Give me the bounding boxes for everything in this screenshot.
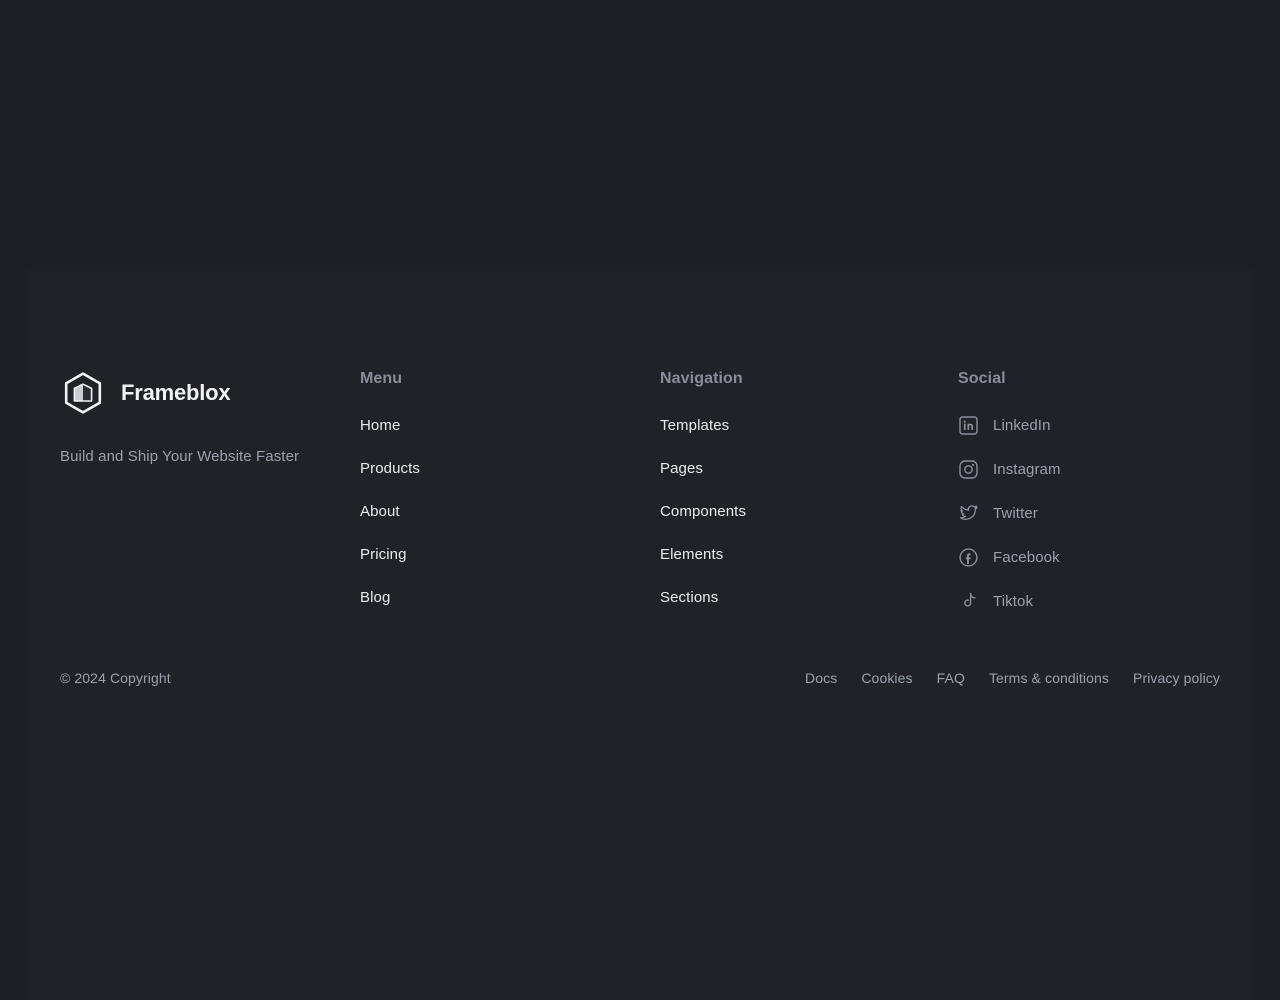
copyright-text: © 2024 Copyright <box>60 670 171 686</box>
social-link-twitter[interactable]: Twitter <box>958 503 1220 524</box>
social-column: Social LinkedIn Instagram Twitter Facebo… <box>958 370 1220 612</box>
list-item: Sections <box>660 589 958 607</box>
social-column-title: Social <box>958 370 1006 387</box>
menu-link-pricing[interactable]: Pricing <box>360 546 407 563</box>
footer-columns: Frameblox Build and Ship Your Website Fa… <box>60 370 1220 612</box>
legal-links: Docs Cookies FAQ Terms & conditions Priv… <box>805 670 1220 686</box>
facebook-icon <box>958 547 979 568</box>
list-item: Pricing <box>360 546 660 564</box>
social-link-list: LinkedIn Instagram Twitter Facebook Tikt… <box>958 415 1220 612</box>
menu-link-list: Home Products About Pricing Blog <box>360 417 660 607</box>
instagram-icon <box>958 459 979 480</box>
navigation-column: Navigation Templates Pages Components El… <box>660 370 958 612</box>
list-item: Components <box>660 503 958 521</box>
social-link-label: Instagram <box>993 461 1061 478</box>
list-item: Templates <box>660 417 958 435</box>
list-item: Pages <box>660 460 958 478</box>
social-link-facebook[interactable]: Facebook <box>958 547 1220 568</box>
nav-link-sections[interactable]: Sections <box>660 589 718 606</box>
nav-link-elements[interactable]: Elements <box>660 546 723 563</box>
legal-link-terms[interactable]: Terms & conditions <box>989 670 1109 686</box>
footer-bottom-bar: © 2024 Copyright Docs Cookies FAQ Terms … <box>60 670 1220 686</box>
list-item: LinkedIn <box>958 415 1220 436</box>
social-link-label: Facebook <box>993 549 1060 566</box>
social-link-tiktok[interactable]: Tiktok <box>958 591 1220 612</box>
menu-link-blog[interactable]: Blog <box>360 589 390 606</box>
legal-link-faq[interactable]: FAQ <box>937 670 965 686</box>
navigation-link-list: Templates Pages Components Elements Sect… <box>660 417 958 607</box>
menu-column: Menu Home Products About Pricing Blog <box>360 370 660 612</box>
menu-column-title: Menu <box>360 370 403 387</box>
nav-link-components[interactable]: Components <box>660 503 746 520</box>
menu-link-products[interactable]: Products <box>360 460 420 477</box>
list-item: Home <box>360 417 660 435</box>
list-item: Elements <box>660 546 958 564</box>
list-item: About <box>360 503 660 521</box>
brand-name: Frameblox <box>121 380 231 405</box>
social-link-instagram[interactable]: Instagram <box>958 459 1220 480</box>
menu-link-home[interactable]: Home <box>360 417 400 434</box>
nav-link-pages[interactable]: Pages <box>660 460 703 477</box>
social-link-linkedin[interactable]: LinkedIn <box>958 415 1220 436</box>
social-link-label: Tiktok <box>993 593 1034 610</box>
menu-link-about[interactable]: About <box>360 503 400 520</box>
list-item: Tiktok <box>958 591 1220 612</box>
legal-link-docs[interactable]: Docs <box>805 670 837 686</box>
tiktok-icon <box>958 591 979 612</box>
twitter-icon <box>958 503 979 524</box>
list-item: Products <box>360 460 660 478</box>
social-link-label: Twitter <box>993 505 1038 522</box>
legal-link-privacy[interactable]: Privacy policy <box>1133 670 1220 686</box>
navigation-column-title: Navigation <box>660 370 743 387</box>
list-item: Twitter <box>958 503 1220 524</box>
hexagon-cube-logo-icon <box>60 370 106 416</box>
legal-link-cookies[interactable]: Cookies <box>861 670 912 686</box>
list-item: Blog <box>360 589 660 607</box>
list-item: Facebook <box>958 547 1220 568</box>
brand-tagline: Build and Ship Your Website Faster <box>60 448 300 465</box>
nav-link-templates[interactable]: Templates <box>660 417 729 434</box>
linkedin-icon <box>958 415 979 436</box>
social-link-label: LinkedIn <box>993 417 1051 434</box>
list-item: Instagram <box>958 459 1220 480</box>
brand-lockup[interactable]: Frameblox <box>60 370 360 416</box>
footer-panel: Frameblox Build and Ship Your Website Fa… <box>28 270 1252 1000</box>
brand-column: Frameblox Build and Ship Your Website Fa… <box>60 370 360 612</box>
